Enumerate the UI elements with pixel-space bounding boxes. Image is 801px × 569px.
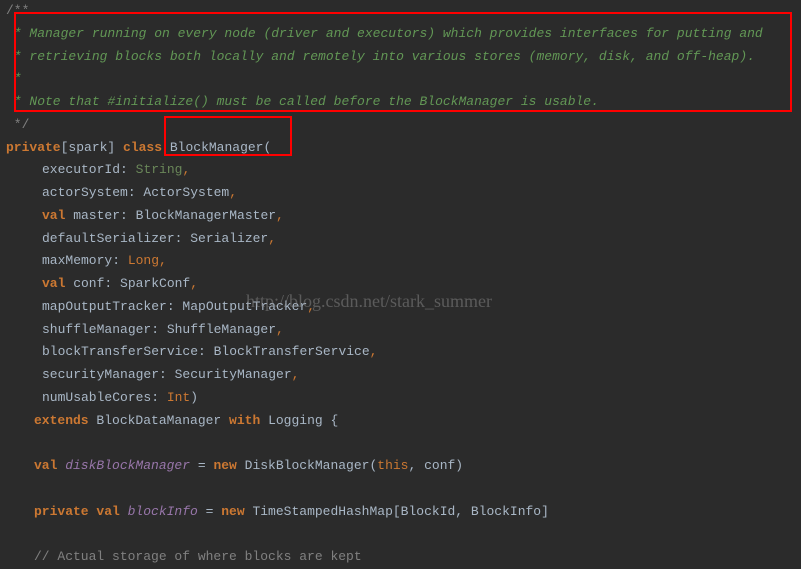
param-line: executorId: String,	[6, 159, 801, 182]
doc-line: *	[6, 68, 801, 91]
doc-open: /**	[6, 0, 801, 23]
doc-line: * Manager running on every node (driver …	[6, 23, 801, 46]
comment-line: // Actual storage of where blocks are ke…	[6, 546, 801, 569]
class-decl: private[spark] class BlockManager(	[6, 137, 801, 160]
body-line: val diskBlockManager = new DiskBlockMana…	[6, 455, 801, 478]
doc-line: * retrieving blocks both locally and rem…	[6, 46, 801, 69]
doc-close: */	[6, 114, 801, 137]
param-line: defaultSerializer: Serializer,	[6, 228, 801, 251]
param-line: maxMemory: Long,	[6, 250, 801, 273]
param-line: blockTransferService: BlockTransferServi…	[6, 341, 801, 364]
code-editor[interactable]: /** * Manager running on every node (dri…	[0, 0, 801, 569]
blank-line	[6, 432, 801, 455]
param-line: numUsableCores: Int)	[6, 387, 801, 410]
param-line: mapOutputTracker: MapOutputTracker,	[6, 296, 801, 319]
param-line: val master: BlockManagerMaster,	[6, 205, 801, 228]
body-line: private val blockInfo = new TimeStampedH…	[6, 501, 801, 524]
param-line: securityManager: SecurityManager,	[6, 364, 801, 387]
blank-line	[6, 478, 801, 501]
param-line: actorSystem: ActorSystem,	[6, 182, 801, 205]
blank-line	[6, 523, 801, 546]
param-line: shuffleManager: ShuffleManager,	[6, 319, 801, 342]
extends-line: extends BlockDataManager with Logging {	[6, 410, 801, 433]
param-line: val conf: SparkConf,	[6, 273, 801, 296]
doc-line: * Note that #initialize() must be called…	[6, 91, 801, 114]
